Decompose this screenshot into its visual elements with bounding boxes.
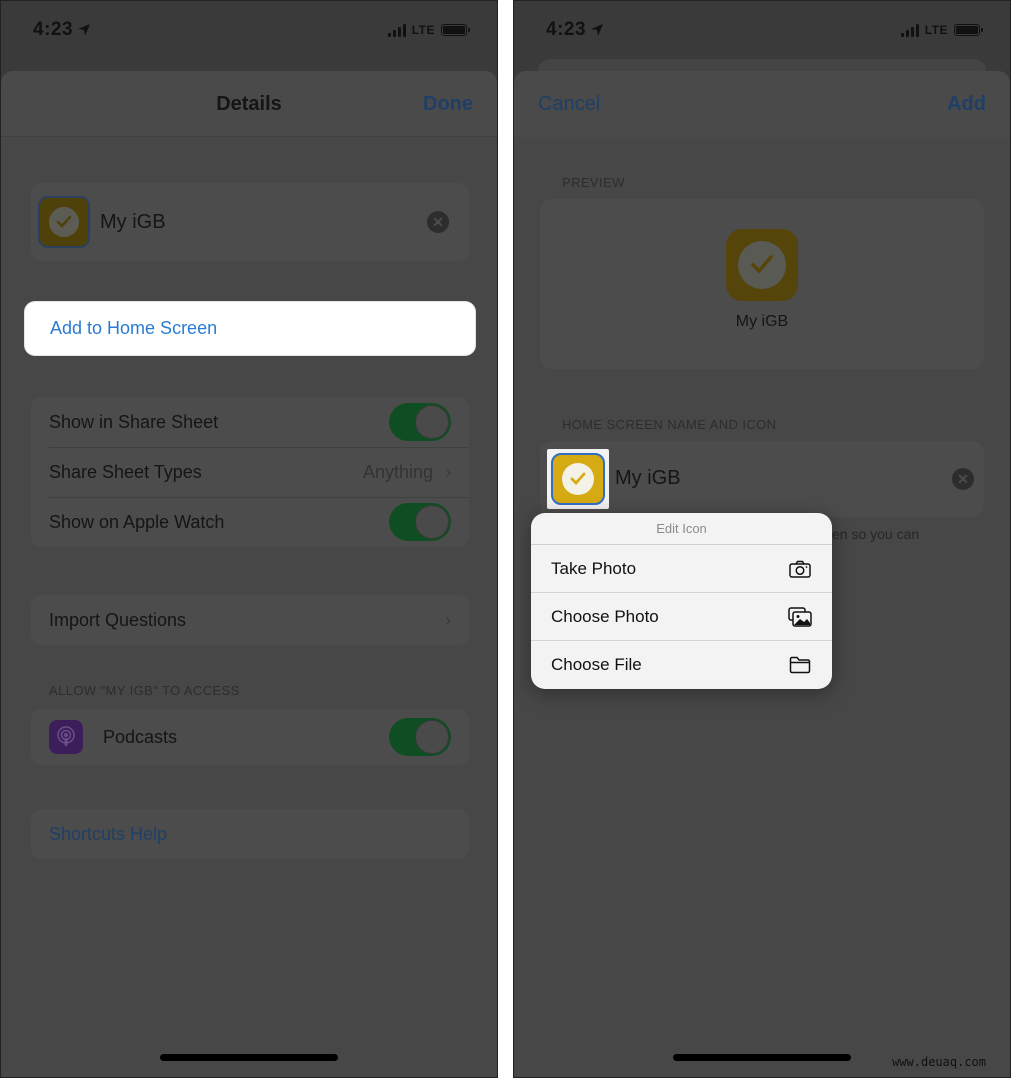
home-screen-icon[interactable] (551, 453, 605, 505)
take-photo-option[interactable]: Take Photo (531, 545, 832, 593)
edit-icon-popover: Edit Icon Take Photo Choose Photo Choose… (531, 513, 832, 689)
setting-label: Share Sheet Types (49, 461, 202, 482)
battery-icon (441, 24, 470, 36)
clear-icon[interactable]: ✕ (427, 211, 449, 233)
status-time: 4:23 (546, 19, 587, 40)
podcasts-access-toggle[interactable] (389, 718, 451, 756)
chevron-right-icon: › (445, 461, 451, 482)
setting-label: Show in Share Sheet (49, 411, 219, 432)
battery-icon (954, 24, 983, 36)
access-label: Podcasts (103, 726, 178, 747)
preview-card: My iGB (540, 199, 984, 369)
choose-file-option[interactable]: Choose File (531, 641, 832, 689)
share-settings-group: Show in Share Sheet Share Sheet Types An… (31, 397, 469, 547)
podcasts-icon (49, 720, 83, 754)
home-screen-name-field[interactable]: My iGB (615, 467, 681, 490)
preview-section-header: PREVIEW (562, 175, 625, 190)
network-label: LTE (411, 23, 435, 37)
home-indicator[interactable] (160, 1054, 338, 1061)
camera-icon (788, 558, 812, 580)
share-sheet-types-value: Anything (362, 461, 433, 482)
option-label: Choose Photo (551, 606, 659, 626)
import-questions-row[interactable]: Import Questions › (31, 595, 469, 645)
setting-row: Show on Apple Watch (31, 497, 469, 547)
setting-row[interactable]: Share Sheet Types Anything › (31, 447, 469, 497)
status-bar: 4:23 LTE (1, 1, 497, 63)
option-label: Choose File (551, 655, 642, 674)
network-label: LTE (924, 23, 948, 37)
shortcut-icon[interactable] (38, 196, 90, 248)
chevron-right-icon: › (445, 609, 451, 630)
selected-icon-highlight[interactable] (547, 449, 609, 509)
home-indicator[interactable] (673, 1054, 851, 1061)
add-button[interactable]: Add (947, 93, 986, 116)
setting-label: Show on Apple Watch (49, 511, 225, 532)
location-arrow-icon (78, 24, 91, 36)
signal-icon (900, 23, 919, 37)
access-group: Podcasts (31, 709, 469, 765)
shortcuts-help-link[interactable]: Shortcuts Help (31, 809, 469, 859)
name-icon-section-header: HOME SCREEN NAME AND ICON (562, 417, 777, 432)
checkmark-icon (570, 472, 586, 486)
preview-app-name: My iGB (735, 313, 789, 330)
import-questions-label: Import Questions (49, 609, 187, 630)
show-in-share-sheet-toggle[interactable] (389, 403, 451, 441)
checkmark-icon (751, 255, 773, 274)
status-bar: 4:23 LTE (514, 1, 1010, 63)
help-group: Shortcuts Help (31, 809, 469, 859)
access-section-header: ALLOW "MY IGB" TO ACCESS (49, 683, 240, 698)
option-label: Take Photo (551, 558, 637, 578)
preview-app-icon (726, 229, 798, 301)
choose-photo-option[interactable]: Choose Photo (531, 593, 832, 641)
location-arrow-icon (591, 24, 604, 36)
setting-row: Show in Share Sheet (31, 397, 469, 447)
import-questions-group: Import Questions › (31, 595, 469, 645)
checkmark-icon (56, 215, 72, 228)
signal-icon (387, 23, 406, 37)
add-to-home-screen-button[interactable]: Add to Home Screen (25, 302, 475, 355)
popover-title: Edit Icon (531, 513, 832, 545)
watermark: www.deuaq.com (892, 1055, 986, 1069)
photos-icon (788, 606, 812, 628)
folder-icon (788, 654, 812, 676)
clear-icon[interactable]: ✕ (952, 468, 974, 490)
add-to-home-screen-screen: 4:23 LTE Cancel Add PREVIEW My iGB HOME … (513, 0, 1011, 1078)
status-time: 4:23 (33, 19, 74, 40)
access-row: Podcasts (31, 709, 469, 765)
cancel-button[interactable]: Cancel (538, 93, 600, 116)
shortcut-name-field[interactable]: My iGB (100, 211, 166, 234)
show-on-apple-watch-toggle[interactable] (389, 503, 451, 541)
details-screen: 4:23 LTE Details Done My iGB ✕ Add to Ho… (0, 0, 498, 1078)
footer-description-text: en so you can (832, 526, 920, 542)
nav-bar: Cancel Add (514, 71, 1010, 137)
nav-bar: Details Done (1, 71, 497, 137)
done-button[interactable]: Done (423, 93, 473, 116)
shortcut-name-group: My iGB ✕ (31, 183, 469, 261)
